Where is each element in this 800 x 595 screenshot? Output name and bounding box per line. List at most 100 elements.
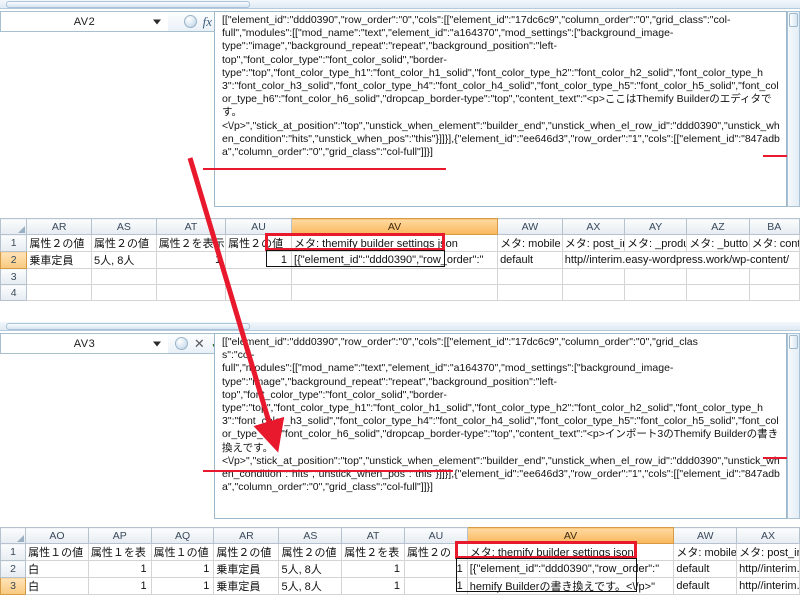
row-header-2-bottom[interactable]: 2 — [0, 560, 27, 578]
name-box-top[interactable]: AV2 — [0, 11, 168, 32]
cell-AT2-top[interactable]: 1 — [155, 251, 227, 269]
cell-AW2-top[interactable]: default — [497, 251, 563, 269]
scrollbar-thumb-2[interactable] — [6, 323, 250, 330]
cell-AT3-top[interactable] — [155, 268, 227, 285]
cell-AR1-bottom[interactable]: 属性２の値 — [213, 543, 280, 561]
col-header-AS-top[interactable]: AS — [91, 218, 157, 235]
cell-AS2-bottom[interactable]: 5人, 8人 — [278, 560, 343, 578]
col-header-AX-bottom[interactable]: AX — [736, 527, 800, 544]
row-header-1-top[interactable]: 1 — [0, 234, 28, 252]
formula-vscrollbar-bottom[interactable] — [787, 333, 800, 519]
col-header-AY-top[interactable]: AY — [624, 218, 688, 235]
row-header-3-top[interactable]: 3 — [0, 268, 28, 285]
select-all-corner-top[interactable] — [0, 218, 28, 235]
name-box-bottom[interactable]: AV3 — [0, 333, 168, 354]
table-row[interactable]: 2 白 1 1 乗車定員 5人, 8人 1 1 [{"element_id":"… — [0, 560, 800, 578]
cell-AR3-top[interactable] — [26, 268, 93, 285]
cell-AX4-top[interactable] — [561, 284, 626, 301]
cell-AO1-bottom[interactable]: 属性１の値 — [25, 543, 89, 561]
cell-AS1-top[interactable]: 属性２の値 — [91, 234, 157, 252]
cell-AZ1-top[interactable]: メタ: _butto — [686, 234, 750, 252]
cell-BA4-top[interactable] — [748, 284, 800, 301]
table-row[interactable]: 3 白 1 1 乗車定員 5人, 8人 1 1 hemify Builderの書… — [0, 577, 800, 595]
spreadsheet-grid-top[interactable]: AR AS AT AU AV AW AX AY AZ BA 1 属性２の値 属性… — [0, 218, 800, 301]
cell-AO3-bottom[interactable]: 白 — [25, 577, 89, 595]
col-header-AP-bottom[interactable]: AP — [87, 527, 152, 544]
cell-AT1-top[interactable]: 属性２を表示 — [155, 234, 227, 252]
cell-AQ2-bottom[interactable]: 1 — [150, 560, 215, 578]
col-header-AV-bottom[interactable]: AV — [466, 527, 675, 544]
col-header-AW-top[interactable]: AW — [497, 218, 563, 235]
cell-AY3-top[interactable] — [624, 268, 688, 285]
row-header-4-top[interactable]: 4 — [0, 284, 28, 301]
cell-AR2-top[interactable]: 乗車定員 — [26, 251, 93, 269]
cell-AU2-bottom[interactable]: 1 — [403, 560, 468, 578]
insert-function-circle-icon[interactable] — [183, 15, 197, 28]
col-header-AX-top[interactable]: AX — [561, 218, 626, 235]
cell-AY4-top[interactable] — [624, 284, 688, 301]
cell-AR4-top[interactable] — [26, 284, 93, 301]
cell-AV2-bottom[interactable]: [{"element_id":"ddd0390","row_order":" — [466, 560, 675, 578]
cell-AU1-top[interactable]: 属性２の値 — [225, 234, 293, 252]
cell-AW3-top[interactable] — [497, 268, 563, 285]
col-header-AR-bottom[interactable]: AR — [213, 527, 280, 544]
col-header-BA-top[interactable]: BA — [748, 218, 800, 235]
formula-content-top[interactable]: [["element_id":"ddd0390","row_order":"0"… — [214, 11, 787, 207]
row-header-3-bottom[interactable]: 3 — [0, 577, 27, 595]
cell-AV1-bottom[interactable]: メタ: themify builder settings json — [466, 543, 675, 561]
cell-AV1-top[interactable]: メタ: themify builder settings json — [291, 234, 499, 252]
scrollbar-thumb[interactable] — [6, 1, 250, 8]
cell-AS4-top[interactable] — [91, 284, 157, 301]
col-header-AV-top[interactable]: AV — [291, 218, 499, 235]
col-header-AZ-top[interactable]: AZ — [686, 218, 750, 235]
col-header-AT-top[interactable]: AT — [155, 218, 227, 235]
col-header-AS-bottom[interactable]: AS — [278, 527, 343, 544]
row-header-2-top[interactable]: 2 — [0, 251, 28, 269]
row-header-1-bottom[interactable]: 1 — [0, 543, 27, 561]
cell-AX3-bottom[interactable]: http//interim.e — [736, 577, 800, 595]
cell-BA1-top[interactable]: メタ: conteメタ — [748, 234, 800, 252]
cell-AP1-bottom[interactable]: 属性１を表 — [87, 543, 152, 561]
cell-AT2-bottom[interactable]: 1 — [341, 560, 405, 578]
cell-AW3-bottom[interactable]: default — [673, 577, 738, 595]
top-horizontal-scrollbar-2[interactable] — [0, 322, 800, 331]
formula-vscrollbar-thumb-top[interactable] — [789, 13, 798, 27]
cell-AS3-top[interactable] — [91, 268, 157, 285]
chevron-down-icon[interactable] — [153, 341, 161, 346]
col-header-AT-bottom[interactable]: AT — [341, 527, 405, 544]
col-header-AQ-bottom[interactable]: AQ — [150, 527, 215, 544]
cell-AV4-top[interactable] — [291, 284, 499, 301]
col-header-AR-top[interactable]: AR — [26, 218, 93, 235]
cell-AU2-top[interactable]: 1 — [225, 251, 293, 269]
cell-AR2-bottom[interactable]: 乗車定員 — [213, 560, 280, 578]
formula-vscrollbar-top[interactable] — [787, 11, 800, 207]
table-row[interactable]: 1 属性１の値 属性１を表 属性１の値 属性２の値 属性２の値 属性２を表 属性… — [0, 543, 800, 561]
cell-AQ1-bottom[interactable]: 属性１の値 — [150, 543, 215, 561]
col-header-AO-bottom[interactable]: AO — [25, 527, 89, 544]
select-all-corner-bottom[interactable] — [0, 527, 27, 544]
table-row[interactable]: 2 乗車定員 5人, 8人 1 1 [{"element_id":"ddd039… — [0, 251, 800, 269]
spreadsheet-grid-bottom[interactable]: AO AP AQ AR AS AT AU AV AW AX 1 属性１の値 属性… — [0, 527, 800, 595]
insert-function-circle-icon[interactable] — [174, 337, 188, 350]
cell-AW1-bottom[interactable]: メタ: mobile — [673, 543, 738, 561]
cell-AY1-top[interactable]: メタ: _produ — [624, 234, 688, 252]
cell-AV3-bottom[interactable]: hemify Builderの書き換えです。<\/p>" — [466, 577, 675, 595]
cell-AW4-top[interactable] — [497, 284, 563, 301]
cell-AX3-top[interactable] — [561, 268, 626, 285]
chevron-down-icon[interactable] — [153, 19, 161, 24]
cell-AT1-bottom[interactable]: 属性２を表 — [341, 543, 405, 561]
cell-AQ3-bottom[interactable]: 1 — [150, 577, 215, 595]
cell-AZ3-top[interactable] — [686, 268, 750, 285]
table-row[interactable]: 3 — [0, 268, 800, 285]
cell-AS3-bottom[interactable]: 5人, 8人 — [278, 577, 343, 595]
cell-AS1-bottom[interactable]: 属性２の値 — [278, 543, 343, 561]
cell-AX2-bottom[interactable]: http//interim.e — [736, 560, 800, 578]
cell-AU3-top[interactable] — [225, 268, 293, 285]
cell-AP2-bottom[interactable]: 1 — [87, 560, 152, 578]
top-horizontal-scrollbar[interactable] — [0, 0, 800, 9]
cell-AR1-top[interactable]: 属性２の値 — [26, 234, 93, 252]
cell-AW1-top[interactable]: メタ: mobile — [497, 234, 563, 252]
fx-icon[interactable]: fx — [203, 15, 212, 28]
cell-AS2-top[interactable]: 5人, 8人 — [91, 251, 157, 269]
col-header-AW-bottom[interactable]: AW — [673, 527, 738, 544]
